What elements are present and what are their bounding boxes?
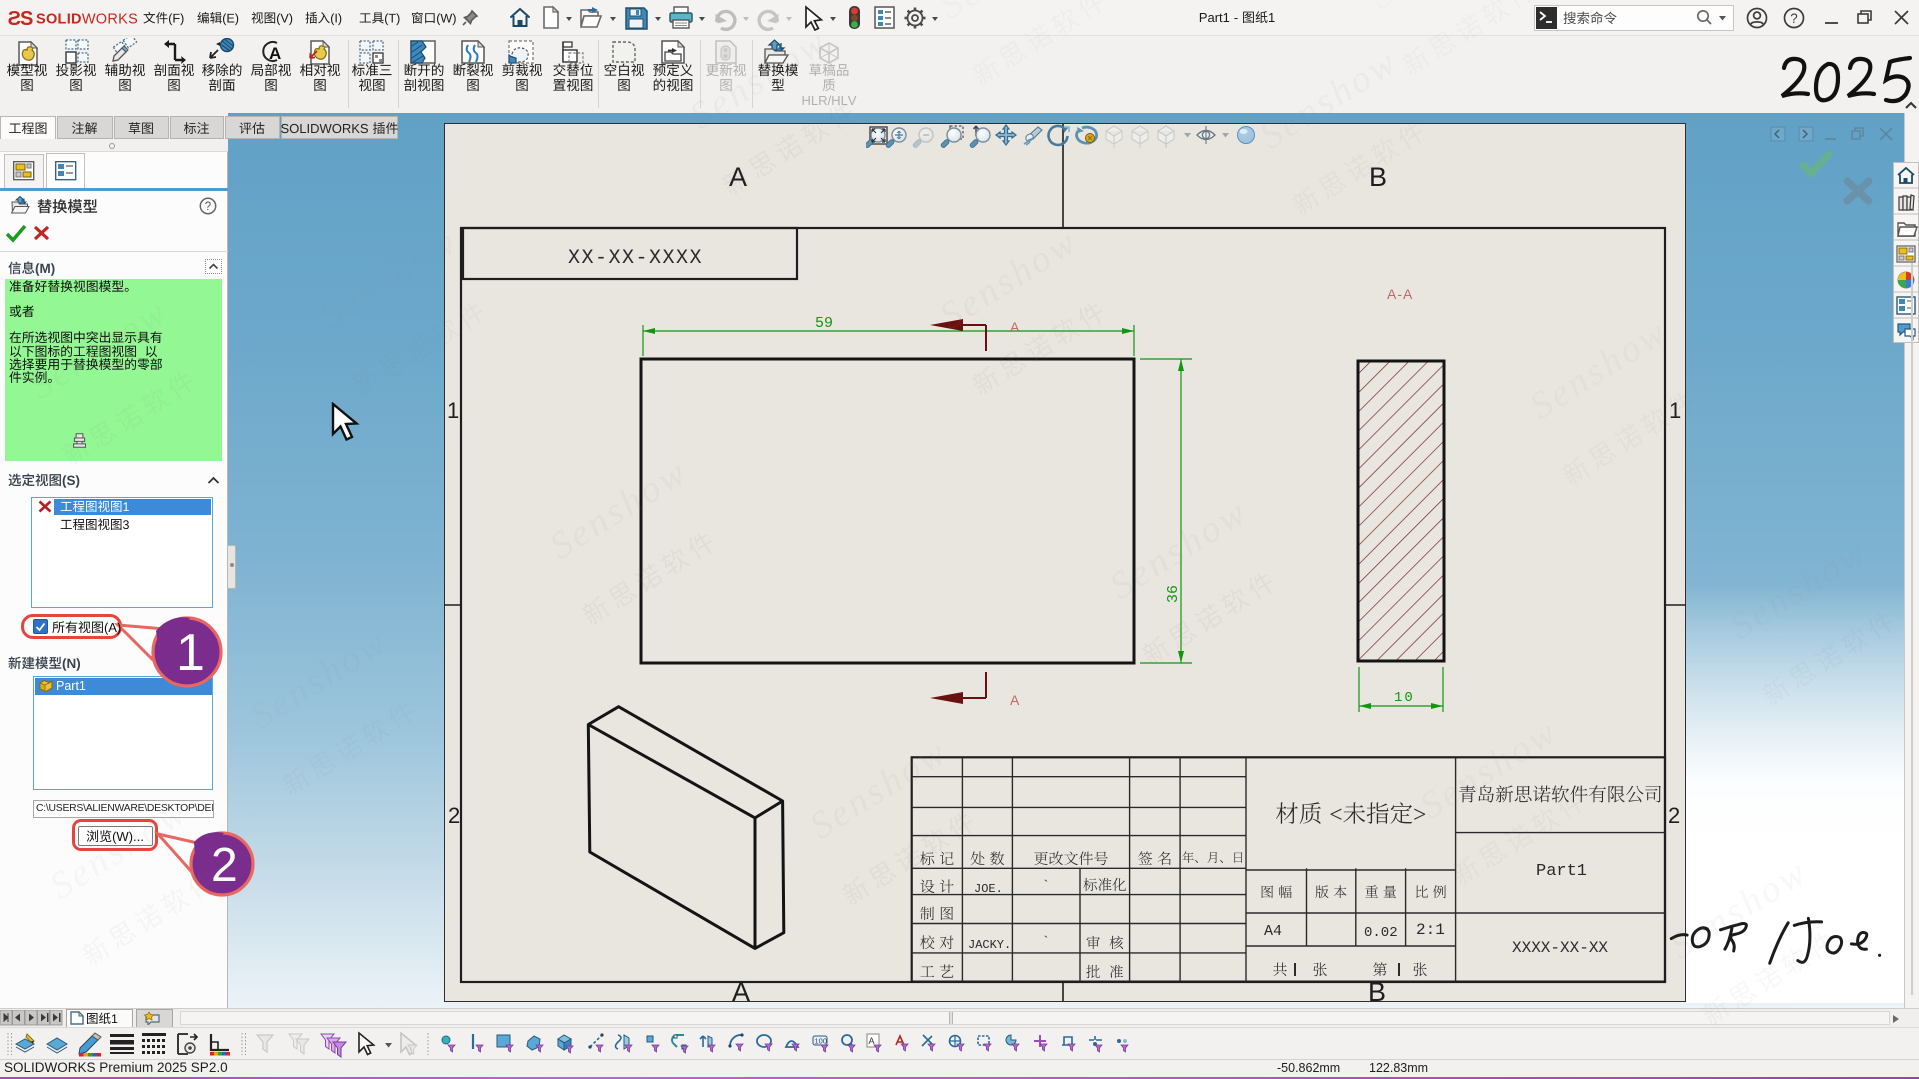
- svg-text:Part1: Part1: [1536, 862, 1587, 881]
- svg-text:XXXX-XX-XX: XXXX-XX-XX: [1512, 939, 1608, 957]
- svg-text:?: ?: [205, 201, 211, 213]
- svg-text:?: ?: [1790, 11, 1798, 26]
- svg-text:2: 2: [448, 803, 460, 828]
- svg-text:A: A: [732, 977, 750, 1002]
- svg-text:A: A: [1010, 692, 1020, 708]
- svg-text:59: 59: [815, 315, 833, 332]
- svg-text:B: B: [1369, 162, 1387, 192]
- svg-text:XX-XX-XXXX: XX-XX-XXXX: [568, 247, 703, 270]
- svg-text:`: `: [1042, 878, 1050, 893]
- svg-text:JOE.: JOE.: [974, 882, 1003, 896]
- svg-text:2: 2: [211, 839, 238, 892]
- svg-text:1: 1: [1669, 398, 1681, 423]
- svg-text:A: A: [1010, 319, 1020, 335]
- svg-text:JACKY.: JACKY.: [968, 938, 1011, 952]
- svg-text:S: S: [20, 8, 33, 30]
- svg-text:A: A: [269, 44, 281, 63]
- svg-text:2: 2: [1668, 803, 1680, 828]
- svg-text:100: 100: [815, 1037, 828, 1046]
- svg-text:0.02: 0.02: [1364, 925, 1398, 941]
- svg-text:1: 1: [447, 398, 459, 423]
- svg-text:SOLIDWORKS: SOLIDWORKS: [36, 12, 138, 28]
- svg-text:36: 36: [1165, 585, 1182, 603]
- svg-text:A4: A4: [1264, 923, 1282, 940]
- svg-text:1: 1: [176, 624, 205, 682]
- svg-text:A: A: [729, 162, 747, 192]
- svg-text:10: 10: [1394, 690, 1415, 706]
- svg-text:A-A: A-A: [1387, 286, 1413, 302]
- svg-text:2:1: 2:1: [1416, 921, 1445, 939]
- svg-text:A: A: [869, 1036, 875, 1046]
- svg-text:`: `: [1042, 934, 1050, 949]
